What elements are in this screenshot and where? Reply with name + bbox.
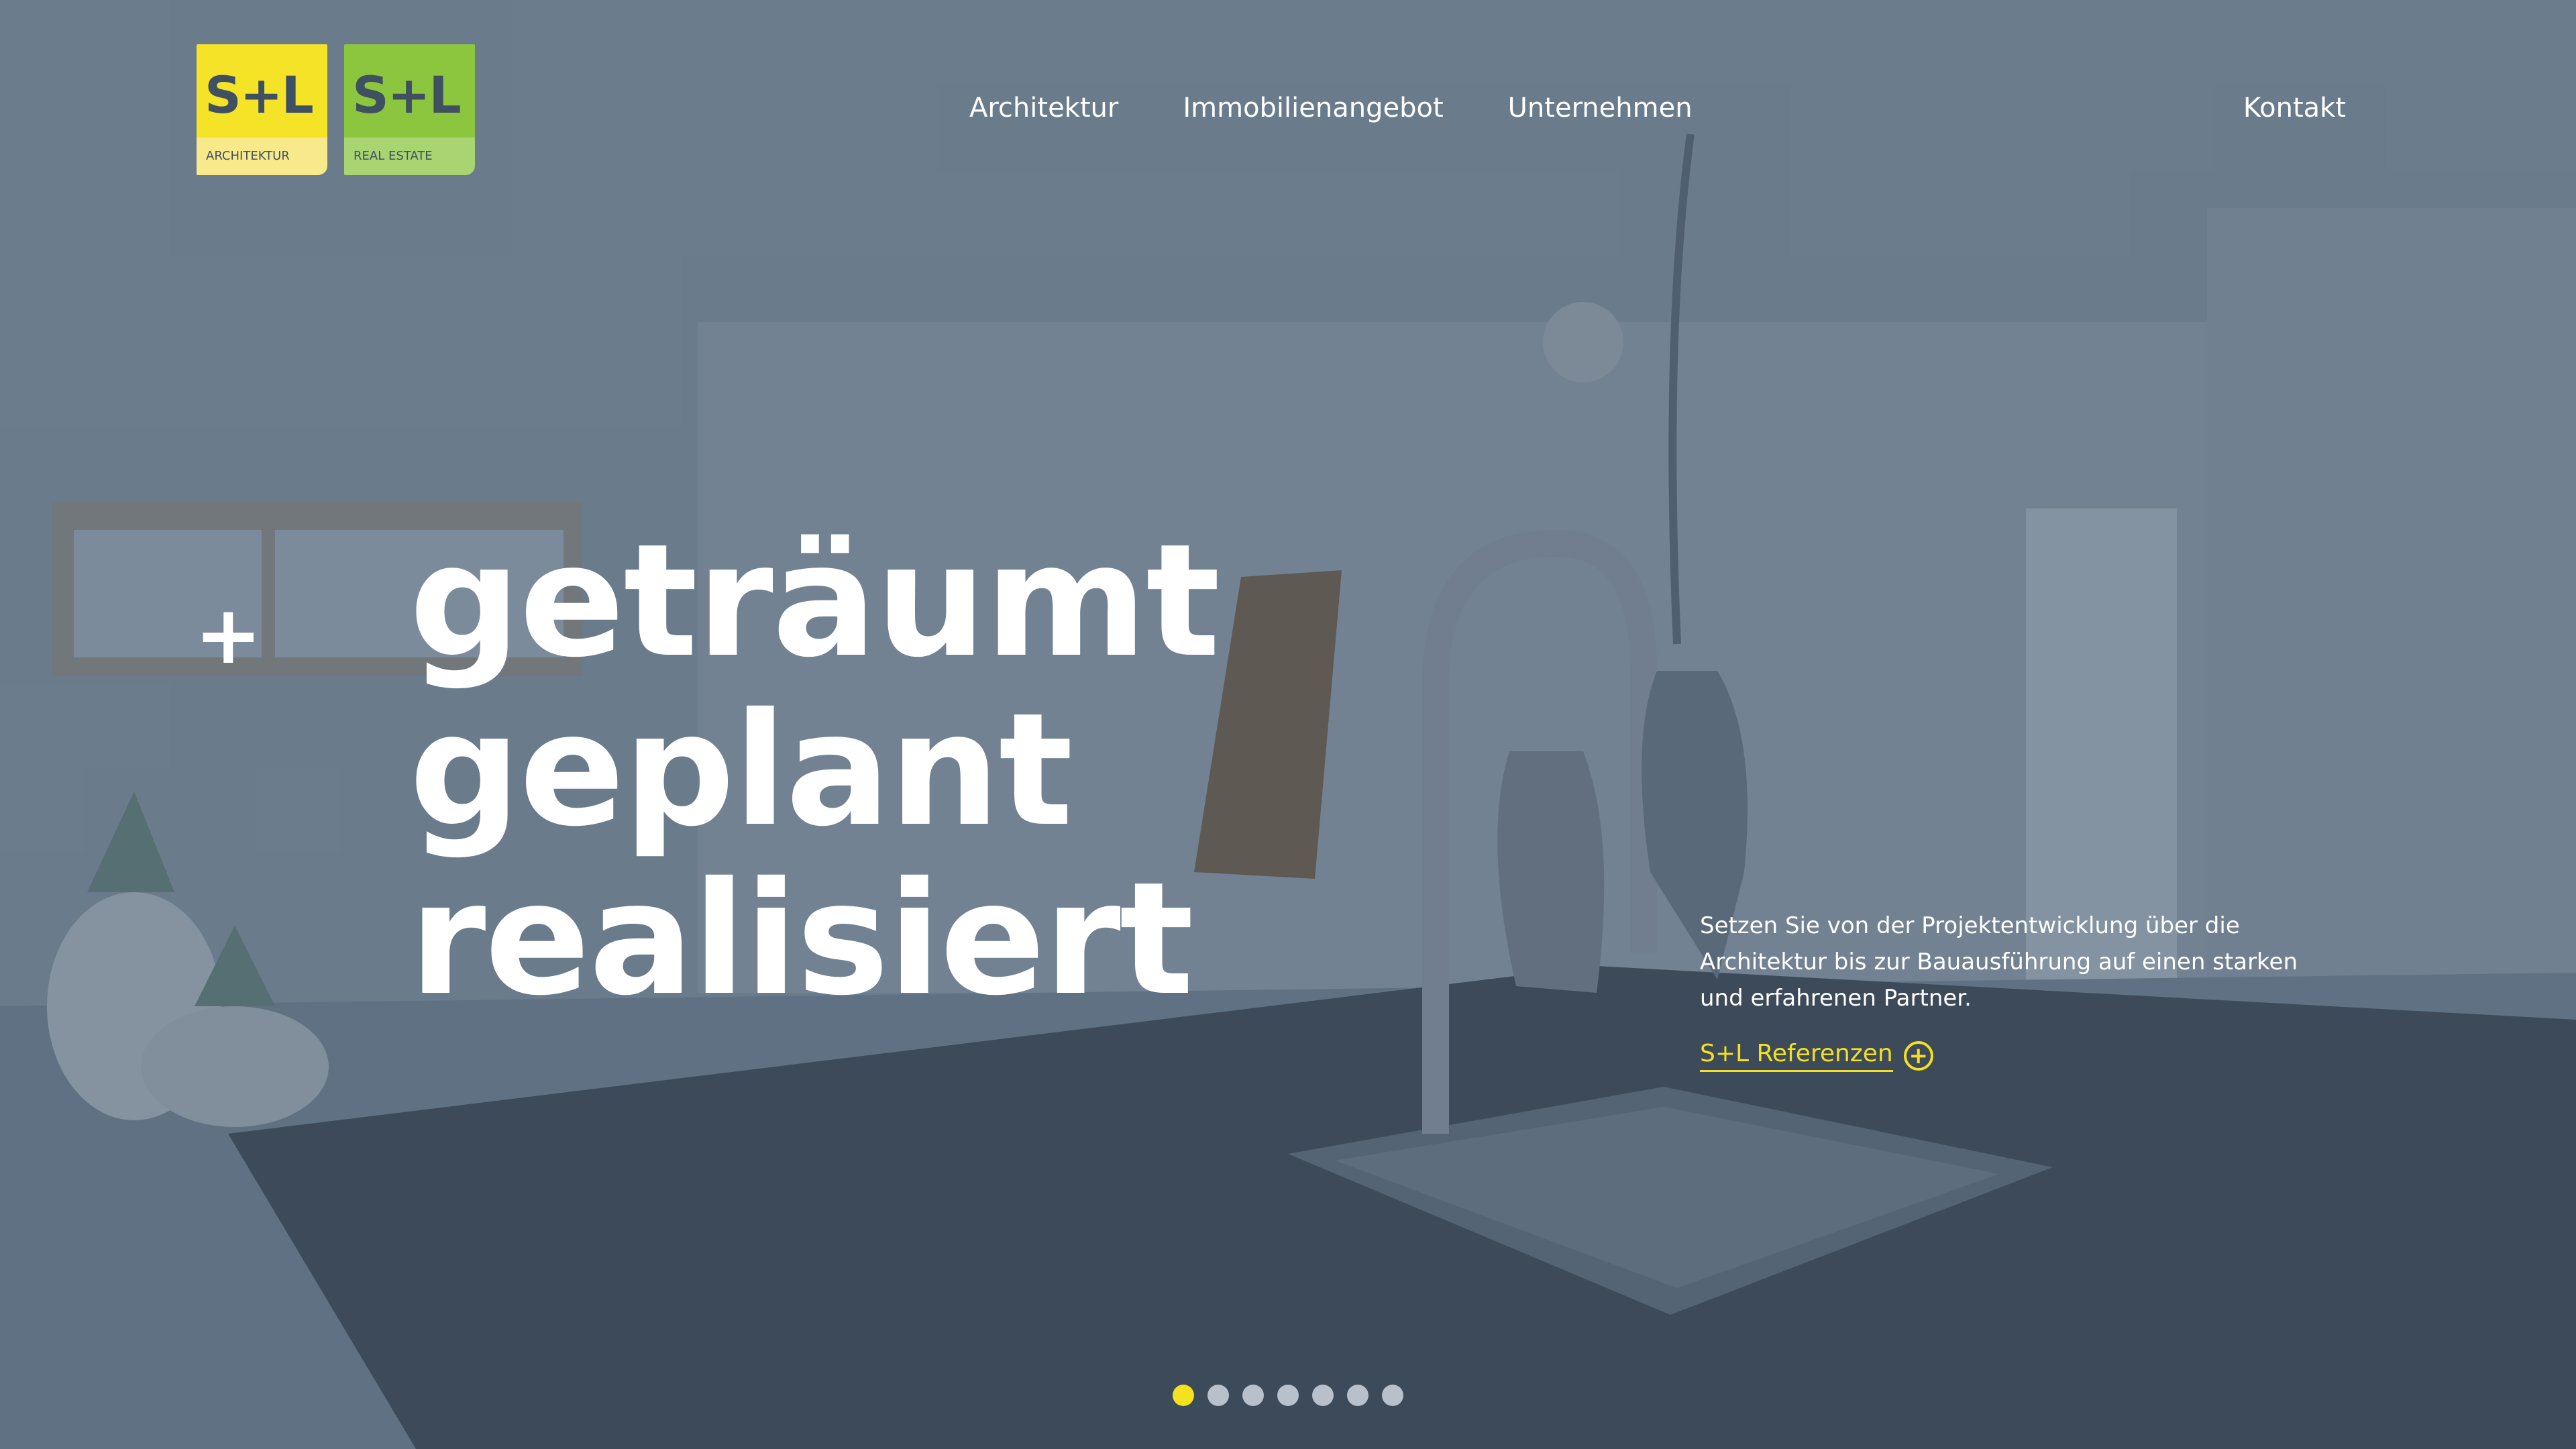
slider-dot[interactable]	[1208, 1385, 1229, 1406]
nav-item-immobilienangebot[interactable]: Immobilienangebot	[1183, 93, 1443, 123]
hero-intro-text: Setzen Sie von der Projektentwicklung üb…	[1700, 912, 2298, 1012]
slider-dot[interactable]	[1347, 1385, 1368, 1406]
hero-section: S+L ARCHITEKTUR S+L REAL ESTATE Architek…	[0, 0, 2576, 1449]
logo-architektur[interactable]: S+L ARCHITEKTUR	[197, 44, 327, 175]
headline-line-3: realisiert	[409, 849, 1194, 1030]
hero-tint-overlay	[0, 0, 2576, 1449]
headline-line-2: geplant	[409, 680, 1073, 861]
headline-line-1: geträumt	[409, 511, 1220, 692]
referenzen-link-label: S+L Referenzen	[1700, 1040, 1893, 1072]
nav-item-unternehmen[interactable]: Unternehmen	[1508, 93, 1693, 123]
slider-dot[interactable]	[1382, 1385, 1403, 1406]
logo-real-estate[interactable]: S+L REAL ESTATE	[344, 44, 475, 175]
logo-subtitle: ARCHITEKTUR	[197, 138, 327, 175]
plus-icon: +	[195, 589, 262, 682]
slider-pagination	[1173, 1385, 1403, 1406]
logo-mark: S+L	[205, 65, 314, 125]
plus-circle-icon: +	[1903, 1041, 1933, 1071]
hero-headline: geträumt geplant realisiert	[409, 511, 1220, 1030]
referenzen-link[interactable]: S+L Referenzen +	[1700, 1040, 1933, 1072]
slider-dot[interactable]	[1242, 1385, 1264, 1406]
nav-item-kontakt[interactable]: Kontakt	[2243, 93, 2346, 123]
logo-subtitle: REAL ESTATE	[344, 138, 475, 175]
slider-dot[interactable]	[1277, 1385, 1299, 1406]
logo-mark: S+L	[352, 65, 462, 125]
logo-group: S+L ARCHITEKTUR S+L REAL ESTATE	[197, 44, 475, 175]
nav-item-architektur[interactable]: Architektur	[969, 93, 1118, 123]
slider-dot[interactable]	[1312, 1385, 1334, 1406]
main-nav: Architektur Immobilienangebot Unternehme…	[969, 93, 1693, 123]
slider-dot[interactable]	[1173, 1385, 1194, 1406]
